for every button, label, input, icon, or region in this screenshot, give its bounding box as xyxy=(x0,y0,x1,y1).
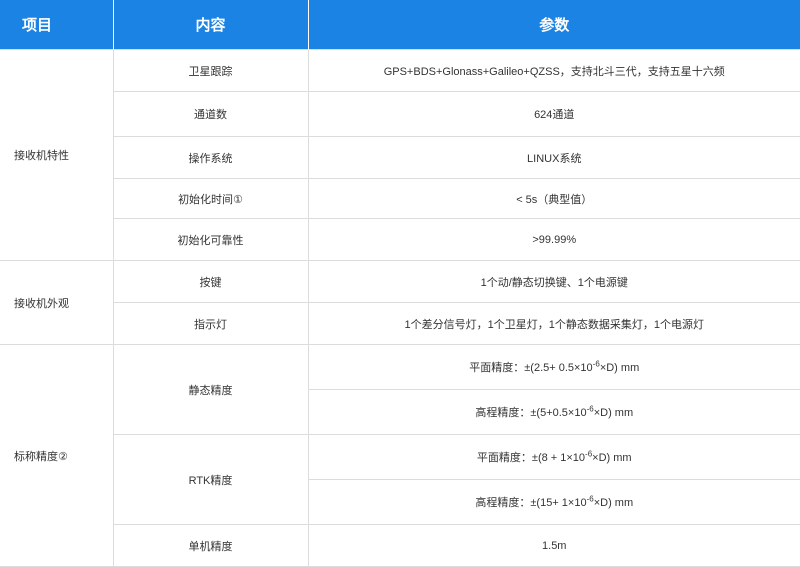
value-suffix: ×D) mm xyxy=(599,362,640,374)
table-row: 初始化时间① < 5s（典型值） xyxy=(0,178,800,219)
header-content: 内容 xyxy=(113,0,309,50)
value-prefix: 平面精度：±(8 + 1×10 xyxy=(476,452,586,464)
header-row: 项目 内容 参数 xyxy=(0,0,800,50)
table-row: 初始化可靠性 >99.99% xyxy=(0,218,800,261)
value-suffix: ×D) mm xyxy=(592,452,632,464)
value-exponent: -6 xyxy=(592,359,600,369)
value-cell-static-height: 高程精度：±(5+0.5×10-6×D) mm xyxy=(307,389,800,435)
value-cell-rtk-height: 高程精度：±(15+ 1×10-6×D) mm xyxy=(307,479,800,525)
value-cell: 1个动/静态切换键、1个电源键 xyxy=(307,260,800,303)
value-cell-static-planar: 平面精度：±(2.5+ 0.5×10-6×D) mm xyxy=(307,344,800,390)
value-cell-rtk-planar: 平面精度：±(8 + 1×10-6×D) mm xyxy=(307,434,800,480)
value-prefix: 高程精度：±(15+ 1×10 xyxy=(475,497,587,509)
table-row: 单机精度 1.5m xyxy=(0,524,800,567)
group-label-receiver-features: 接收机特性 xyxy=(0,49,114,261)
item-cell: 指示灯 xyxy=(112,302,309,345)
table-row: 通道数 624通道 xyxy=(0,91,800,137)
value-suffix: ×D) mm xyxy=(593,497,634,509)
item-cell: 操作系统 xyxy=(112,136,309,179)
item-cell: 初始化时间① xyxy=(112,178,309,219)
value-suffix: ×D) mm xyxy=(593,407,634,419)
value-exponent: -6 xyxy=(586,404,594,414)
value-cell: GPS+BDS+Glonass+Galileo+QZSS，支持北斗三代，支持五星… xyxy=(307,49,800,92)
value-cell: 1个差分信号灯，1个卫星灯，1个静态数据采集灯，1个电源灯 xyxy=(307,302,800,345)
item-cell: 单机精度 xyxy=(112,524,309,567)
item-cell: 静态精度 xyxy=(112,344,309,435)
group-label-nominal-accuracy: 标称精度② xyxy=(0,344,114,567)
value-cell: 624通道 xyxy=(307,91,800,137)
value-cell: >99.99% xyxy=(307,218,800,261)
table-row: 指示灯 1个差分信号灯，1个卫星灯，1个静态数据采集灯，1个电源灯 xyxy=(0,302,800,345)
value-exponent: -6 xyxy=(586,494,594,504)
header-item: 项目 xyxy=(0,0,114,50)
value-cell: < 5s（典型值） xyxy=(307,178,800,219)
value-prefix: 平面精度：±(2.5+ 0.5×10 xyxy=(469,362,593,374)
value-prefix: 高程精度：±(5+0.5×10 xyxy=(475,407,587,419)
table-row: 接收机外观 按键 1个动/静态切换键、1个电源键 xyxy=(0,260,800,345)
item-cell: 按键 xyxy=(112,260,309,303)
item-cell: 卫星跟踪 xyxy=(112,49,309,92)
table-row: 接收机特性 卫星跟踪 GPS+BDS+Glonass+Galileo+QZSS，… xyxy=(0,49,800,261)
value-cell: LINUX系统 xyxy=(307,136,800,179)
spec-table: 项目 内容 参数 接收机特性 卫星跟踪 GPS+BDS+Glonass+Gali… xyxy=(0,0,800,567)
item-cell: RTK精度 xyxy=(112,434,309,525)
item-cell: 初始化可靠性 xyxy=(112,218,309,261)
group-label-receiver-appearance: 接收机外观 xyxy=(0,260,114,345)
table-row: 标称精度② 静态精度 平面精度：±(2.5+ 0.5×10-6×D) mm xyxy=(0,344,800,567)
value-cell: 1.5m xyxy=(307,524,800,567)
header-params: 参数 xyxy=(308,0,800,50)
table-row: RTK精度 平面精度：±(8 + 1×10-6×D) mm xyxy=(0,434,800,525)
item-cell: 通道数 xyxy=(112,91,309,137)
table-row: 操作系统 LINUX系统 xyxy=(0,136,800,179)
